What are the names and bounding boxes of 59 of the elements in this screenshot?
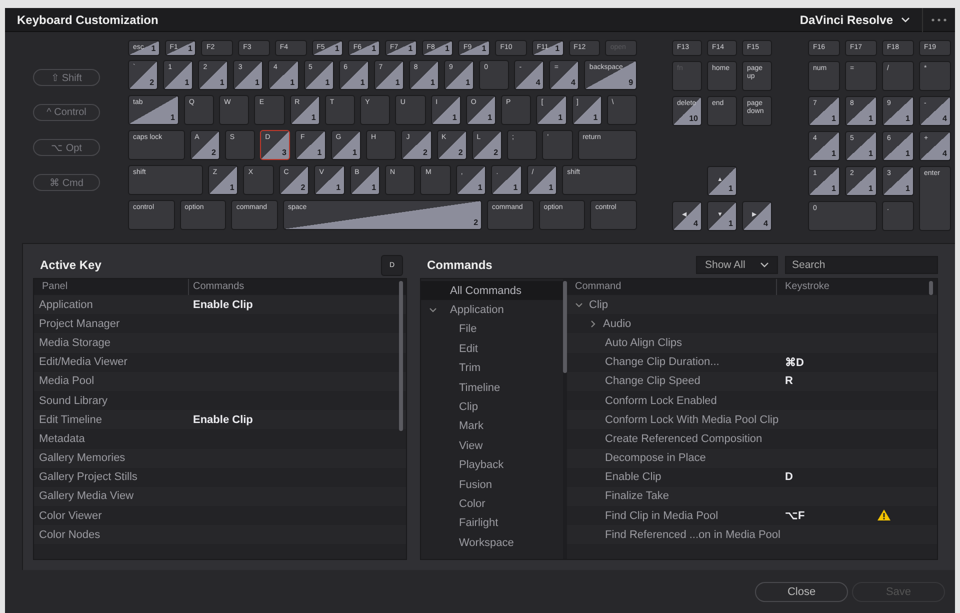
chevron-down-icon bbox=[901, 16, 910, 22]
category-item[interactable]: Workspace bbox=[421, 533, 563, 552]
panel-cell-text: Project Manager bbox=[38, 318, 121, 330]
category-item[interactable]: All Commands bbox=[421, 281, 563, 300]
window-title: Keyboard Customization bbox=[17, 12, 160, 26]
command-cell-text: Enable Clip bbox=[192, 298, 253, 311]
column-header[interactable]: Commands bbox=[189, 279, 244, 295]
chevron-icon bbox=[575, 300, 583, 309]
category-item[interactable]: Color bbox=[421, 494, 563, 514]
category-item[interactable]: Trim bbox=[421, 358, 563, 378]
panel-cell-text: Edit/Media Viewer bbox=[38, 356, 128, 368]
command-cell[interactable]: Find Clip in Media Pool bbox=[567, 510, 777, 522]
panel-cell-text: Gallery Media View bbox=[38, 490, 135, 502]
panel-cell-text: Gallery Project Stills bbox=[38, 471, 138, 484]
category-item[interactable]: Edit bbox=[421, 339, 563, 359]
more-icon[interactable] bbox=[931, 18, 947, 22]
category-item[interactable]: Fairlight bbox=[421, 514, 563, 534]
chevron-icon bbox=[589, 320, 597, 328]
warning-icon bbox=[877, 509, 891, 522]
command-cell-text: Enable Clip bbox=[192, 414, 253, 426]
chevron-icon bbox=[429, 306, 437, 314]
dialog-button[interactable]: Close bbox=[755, 582, 848, 602]
panel-cell-text: Color Nodes bbox=[38, 528, 102, 541]
panel-cell-text: Media Storage bbox=[38, 336, 112, 349]
scrollbar-thumb[interactable] bbox=[399, 281, 403, 431]
panel-cell-text: Metadata bbox=[38, 432, 86, 445]
command-cell[interactable]: Enable Clip bbox=[567, 471, 777, 484]
panel-cell-text: Gallery Memories bbox=[38, 452, 126, 464]
category-item[interactable]: Timeline bbox=[421, 378, 563, 398]
category-item[interactable]: File bbox=[421, 320, 563, 340]
category-item[interactable]: Clip bbox=[421, 397, 563, 417]
panel-cell-text: Color Viewer bbox=[38, 510, 103, 522]
panel-title: Active Key bbox=[40, 258, 102, 272]
panel-title: Commands bbox=[427, 258, 492, 272]
panel-cell-text: Media Pool bbox=[38, 375, 96, 388]
scrollbar-thumb[interactable] bbox=[929, 281, 933, 295]
panel-cell-text: Application bbox=[38, 298, 94, 311]
category-item[interactable]: Mark bbox=[421, 416, 563, 436]
command-group[interactable]: Audio bbox=[567, 318, 777, 330]
chevron-down-icon bbox=[760, 262, 769, 268]
keystroke-cell: ⌥F bbox=[785, 509, 805, 522]
keystroke-cell: ⌘D bbox=[785, 356, 804, 369]
preset-dropdown[interactable]: DaVinci Resolve bbox=[788, 8, 923, 32]
search-field[interactable]: Search bbox=[785, 256, 938, 274]
column-header[interactable]: Keystroke bbox=[777, 279, 937, 295]
scrollbar-thumb[interactable] bbox=[563, 281, 567, 373]
command-cell[interactable]: Create Referenced Composition bbox=[567, 432, 777, 445]
keystroke-cell: D bbox=[785, 471, 793, 484]
command-cell[interactable]: Conform Lock Enabled bbox=[567, 394, 777, 407]
filter-dropdown[interactable]: Show All bbox=[696, 256, 778, 274]
category-item[interactable]: Application bbox=[421, 300, 563, 320]
command-cell[interactable]: Change Clip Speed bbox=[567, 375, 777, 388]
panel-cell-text: Sound Library bbox=[38, 394, 108, 407]
category-item[interactable]: Fusion bbox=[421, 474, 563, 494]
category-item[interactable]: Playback bbox=[421, 456, 563, 475]
command-cell[interactable]: Change Clip Duration... bbox=[567, 356, 777, 368]
category-item[interactable]: View bbox=[421, 436, 563, 456]
keystroke-cell: R bbox=[785, 375, 793, 388]
panel-cell-text: Edit Timeline bbox=[38, 414, 103, 426]
